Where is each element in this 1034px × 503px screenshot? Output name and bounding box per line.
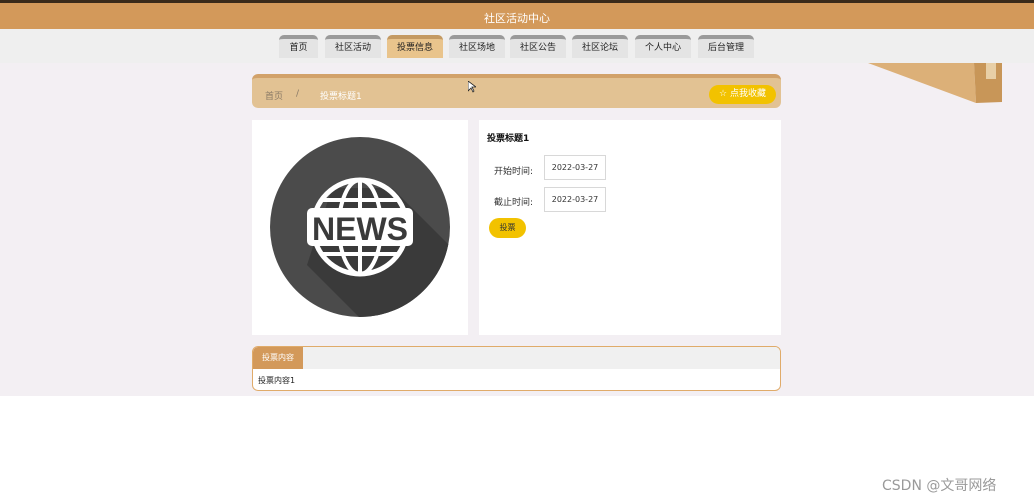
nav-activities[interactable]: 社区活动 <box>325 35 381 58</box>
nav-announcements[interactable]: 社区公告 <box>510 35 566 58</box>
end-time-label: 截止时间: <box>494 198 534 208</box>
watermark: CSDN @文哥网络 <box>882 478 997 494</box>
nav-profile[interactable]: 个人中心 <box>635 35 691 58</box>
start-time-label: 开始时间: <box>494 167 534 177</box>
start-time-field: 2022-03-27 <box>544 155 606 180</box>
nav-forum[interactable]: 社区论坛 <box>572 35 628 58</box>
tab-bar: 投票内容 <box>253 347 780 369</box>
vote-content-panel: 投票内容 投票内容1 <box>252 346 781 391</box>
breadcrumb-home-link[interactable]: 首页 <box>265 89 283 102</box>
end-time-field: 2022-03-27 <box>544 187 606 212</box>
tab-vote-content[interactable]: 投票内容 <box>253 347 303 369</box>
nav-admin[interactable]: 后台管理 <box>698 35 754 58</box>
vote-title: 投票标题1 <box>487 134 530 144</box>
image-panel: NEWS <box>252 120 468 335</box>
vote-detail-panel: 投票标题1 开始时间: 2022-03-27 截止时间: 2022-03-27 … <box>479 120 781 335</box>
vote-button[interactable]: 投票 <box>489 218 526 238</box>
main-nav: 首页 社区活动 投票信息 社区场地 社区公告 社区论坛 个人中心 后台管理 <box>0 29 1034 63</box>
nav-home[interactable]: 首页 <box>279 35 318 58</box>
breadcrumb-current: 投票标题1 <box>320 92 362 102</box>
vote-content-text: 投票内容1 <box>258 376 296 385</box>
news-globe-icon: NEWS <box>270 137 450 317</box>
mouse-cursor-icon <box>467 80 478 96</box>
nav-venues[interactable]: 社区场地 <box>449 35 505 58</box>
breadcrumb: 首页 / 投票标题1 ☆ 点我收藏 <box>252 74 781 108</box>
breadcrumb-separator: / <box>296 89 300 99</box>
favorite-button[interactable]: ☆ 点我收藏 <box>709 85 776 104</box>
news-text: NEWS <box>312 211 408 247</box>
nav-vote-info[interactable]: 投票信息 <box>387 35 443 58</box>
top-header: 社区活动中心 <box>0 0 1034 29</box>
site-title: 社区活动中心 <box>484 12 550 25</box>
decorative-frame <box>868 63 1034 108</box>
